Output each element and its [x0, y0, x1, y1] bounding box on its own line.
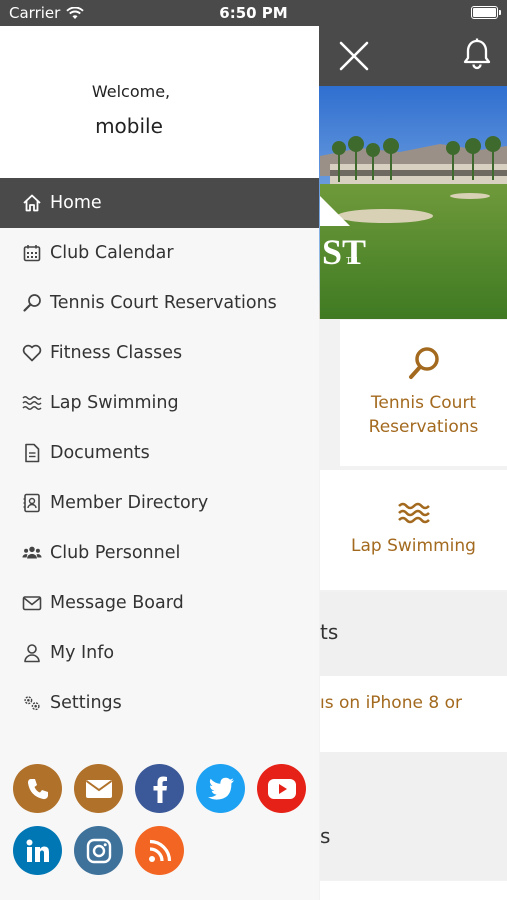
news-item-text: ıs on iPhone 8 or	[320, 693, 462, 713]
racket-icon	[408, 347, 439, 379]
tile-lap-swimming[interactable]: Lap Swimming	[320, 470, 507, 590]
section-header-events-text: ts	[320, 620, 339, 644]
close-icon[interactable]	[338, 40, 370, 72]
welcome-panel: Welcome, mobile	[0, 26, 319, 178]
group-icon	[22, 543, 42, 563]
side-drawer: Welcome, mobile Home Club Calendar Tenni…	[0, 26, 319, 900]
tile-tennis-line1: Tennis Court	[370, 393, 477, 413]
facebook-button[interactable]	[135, 764, 184, 813]
menu-item-home[interactable]: Home	[0, 178, 319, 228]
menu-item-label: Lap Swimming	[50, 393, 179, 413]
menu-item-label: Message Board	[50, 593, 184, 613]
hero-logo-fragment: ST	[322, 232, 366, 272]
menu-item-settings[interactable]: Settings	[0, 678, 319, 728]
heart-icon	[22, 343, 42, 363]
waves-icon	[22, 393, 42, 413]
tile-tennis-court-reservations[interactable]: Tennis Court Reservations	[340, 320, 507, 466]
menu-item-message-board[interactable]: Message Board	[0, 578, 319, 628]
person-icon	[22, 643, 42, 663]
hero-logo-tm: TM	[346, 256, 358, 265]
twitter-button[interactable]	[196, 764, 245, 813]
phone-icon	[27, 778, 48, 799]
menu-item-label: Club Personnel	[50, 543, 181, 563]
list-item	[320, 881, 507, 900]
rss-icon	[148, 839, 171, 862]
status-bar: Carrier 6:50 PM	[0, 0, 507, 26]
menu-item-label: Home	[50, 193, 102, 213]
home-icon	[22, 193, 42, 213]
menu-item-label: Member Directory	[50, 493, 209, 513]
instagram-button[interactable]	[74, 826, 123, 875]
linkedin-button[interactable]	[13, 826, 62, 875]
username-label: mobile	[95, 114, 163, 138]
menu-item-label: Tennis Court Reservations	[50, 293, 277, 313]
waves-icon	[397, 502, 430, 524]
menu-item-member-directory[interactable]: Member Directory	[0, 478, 319, 528]
linkedin-icon	[26, 839, 49, 862]
instagram-icon	[86, 838, 111, 863]
section-header-2: s	[320, 752, 507, 880]
section-header-events: ts	[320, 592, 507, 676]
menu-item-lap-swimming[interactable]: Lap Swimming	[0, 378, 319, 428]
tile-tennis-line2: Reservations	[368, 417, 479, 437]
status-time: 6:50 PM	[219, 4, 288, 22]
phone-button[interactable]	[13, 764, 62, 813]
section-header-2-text: s	[320, 824, 331, 848]
menu-item-my-info[interactable]: My Info	[0, 628, 319, 678]
bell-icon[interactable]	[462, 38, 492, 70]
twitter-icon	[207, 777, 234, 800]
envelope-icon	[22, 593, 42, 613]
contact-card-icon	[22, 493, 42, 513]
rss-button[interactable]	[135, 826, 184, 875]
menu-item-tennis-court-reservations[interactable]: Tennis Court Reservations	[0, 278, 319, 328]
menu-item-label: Club Calendar	[50, 243, 174, 263]
gears-icon	[22, 693, 42, 713]
menu-item-fitness-classes[interactable]: Fitness Classes	[0, 328, 319, 378]
menu-item-label: Documents	[50, 443, 150, 463]
drawer-menu: Home Club Calendar Tennis Court Reservat…	[0, 178, 319, 728]
welcome-label: Welcome,	[91, 82, 171, 101]
racket-icon	[22, 293, 42, 313]
youtube-icon	[267, 778, 296, 799]
facebook-icon	[153, 776, 167, 803]
tile-lap-label: Lap Swimming	[351, 536, 476, 556]
email-button[interactable]	[74, 764, 123, 813]
menu-item-club-personnel[interactable]: Club Personnel	[0, 528, 319, 578]
screen: Carrier 6:50 PM ST TM Tennis Court Reser…	[0, 0, 507, 900]
calendar-icon	[22, 243, 42, 263]
youtube-button[interactable]	[257, 764, 306, 813]
menu-item-label: Settings	[50, 693, 122, 713]
document-icon	[22, 443, 42, 463]
menu-item-documents[interactable]: Documents	[0, 428, 319, 478]
mail-icon	[85, 779, 112, 798]
news-item[interactable]: ıs on iPhone 8 or	[320, 676, 507, 752]
menu-item-label: My Info	[50, 643, 115, 663]
menu-item-label: Fitness Classes	[50, 343, 183, 363]
battery-icon	[471, 6, 501, 19]
menu-item-club-calendar[interactable]: Club Calendar	[0, 228, 319, 278]
